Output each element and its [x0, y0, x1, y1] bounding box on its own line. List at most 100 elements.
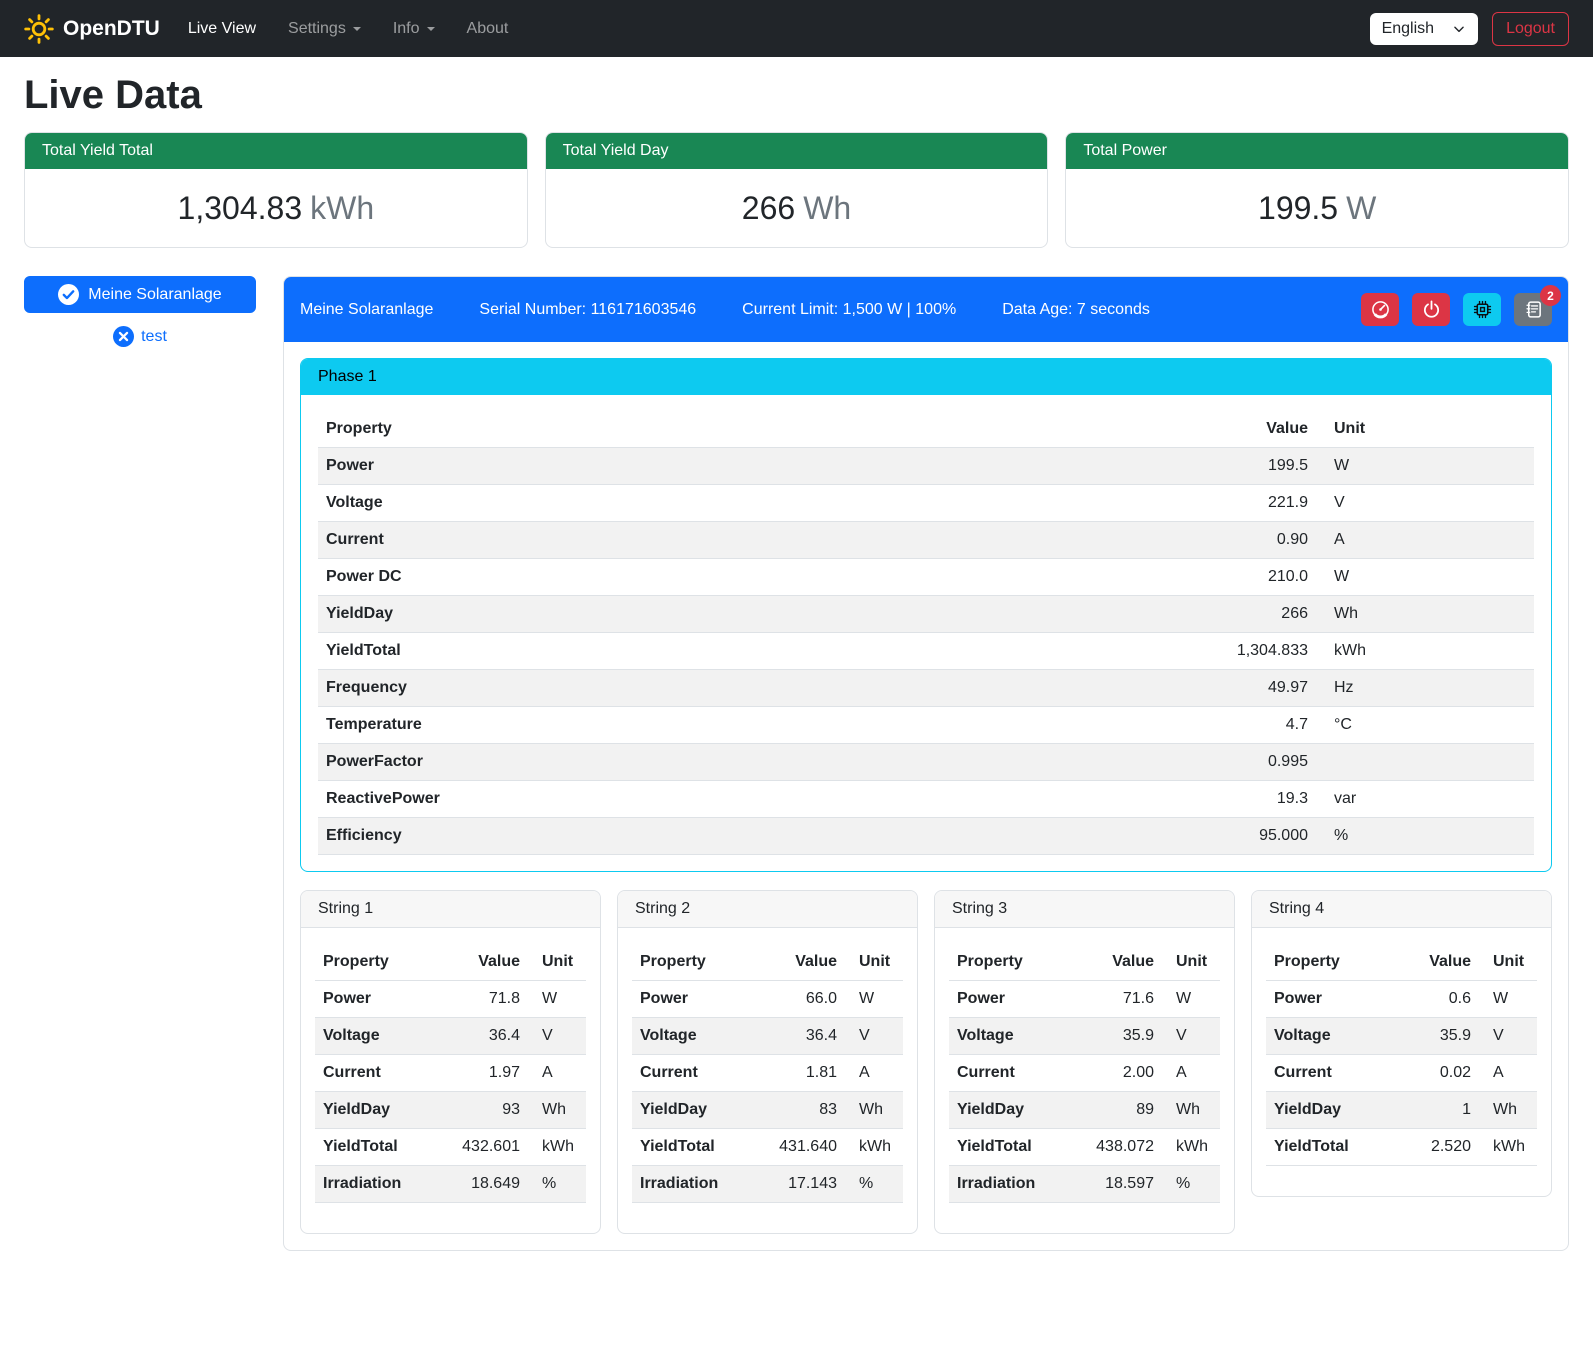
nav-item-settings[interactable]: Settings — [288, 20, 361, 38]
card-header: Total Power — [1066, 133, 1568, 169]
inverter-name: Meine Solaranlage — [300, 301, 433, 319]
string-card-header: String 3 — [935, 891, 1234, 928]
table-row: Frequency49.97Hz — [318, 670, 1534, 707]
column-header-value: Value — [436, 944, 528, 981]
chevron-down-icon — [1452, 22, 1466, 36]
power-toggle-button[interactable] — [1412, 293, 1450, 326]
value-cell: 4.7 — [1196, 707, 1316, 744]
phase-card: Phase 1 Property Value Unit Power199.5WV… — [300, 358, 1552, 872]
navbar-right: English Logout — [1370, 12, 1569, 46]
unit-cell: A — [528, 1055, 586, 1092]
navbar: OpenDTU Live View Settings Info About En… — [0, 0, 1593, 57]
card-value: 199.5W — [1066, 169, 1568, 247]
string-card-4: String 4 Property Value Unit — [1251, 890, 1552, 1197]
unit-cell: Wh — [1162, 1092, 1220, 1129]
main-content: Live Data Total Yield Total 1,304.83kWh … — [0, 73, 1593, 1281]
power-icon — [1422, 300, 1441, 319]
property-cell: Current — [1266, 1055, 1387, 1092]
unit-cell: A — [845, 1055, 903, 1092]
value-cell: 199.5 — [1196, 448, 1316, 485]
property-cell: Efficiency — [318, 818, 1196, 855]
property-cell: Current — [632, 1055, 753, 1092]
card-total-yield-total: Total Yield Total 1,304.83kWh — [24, 132, 528, 248]
system-select-button[interactable]: Meine Solaranlage — [24, 276, 256, 313]
property-cell: Voltage — [318, 485, 1196, 522]
value-cell: 71.6 — [1070, 981, 1162, 1018]
caret-down-icon — [353, 27, 361, 31]
value-cell: 36.4 — [436, 1018, 528, 1055]
unit-cell — [1316, 744, 1534, 781]
logout-button[interactable]: Logout — [1492, 12, 1569, 46]
device-info-button[interactable] — [1463, 293, 1501, 326]
unit-cell: % — [1316, 818, 1534, 855]
event-count-badge: 2 — [1540, 285, 1561, 306]
strings-row: String 1 Property Value Unit — [300, 890, 1552, 1234]
language-select[interactable]: English — [1370, 13, 1478, 45]
value-cell: 1 — [1387, 1092, 1479, 1129]
brand[interactable]: OpenDTU — [24, 14, 160, 44]
nav-item-about[interactable]: About — [467, 20, 509, 38]
value-cell: 0.6 — [1387, 981, 1479, 1018]
property-cell: YieldTotal — [315, 1129, 436, 1166]
unit-cell: kWh — [1316, 633, 1534, 670]
column-header-value: Value — [753, 944, 845, 981]
card-total-yield-day: Total Yield Day 266Wh — [545, 132, 1049, 248]
unit-cell: V — [1162, 1018, 1220, 1055]
table-header-row: Property Value Unit — [318, 411, 1534, 448]
table-row: Current1.97A — [315, 1055, 586, 1092]
property-cell: Voltage — [315, 1018, 436, 1055]
limit-settings-button[interactable] — [1361, 293, 1399, 326]
value-cell: 35.9 — [1387, 1018, 1479, 1055]
value-cell: 18.597 — [1070, 1166, 1162, 1203]
property-cell: Voltage — [632, 1018, 753, 1055]
value-cell: 35.9 — [1070, 1018, 1162, 1055]
unit-cell: var — [1316, 781, 1534, 818]
table-row: Current0.90A — [318, 522, 1534, 559]
event-log-button[interactable]: 2 — [1514, 293, 1552, 326]
column-header-value: Value — [1070, 944, 1162, 981]
inverter-card: Meine Solaranlage Serial Number: 1161716… — [283, 276, 1569, 1251]
table-row: YieldDay83Wh — [632, 1092, 903, 1129]
table-header-row: Property Value Unit — [949, 944, 1220, 981]
unit-cell: V — [1316, 485, 1534, 522]
table-header-row: Property Value Unit — [632, 944, 903, 981]
nav-item-live-view[interactable]: Live View — [188, 20, 256, 38]
table-row: Power DC210.0W — [318, 559, 1534, 596]
unit-cell: kWh — [845, 1129, 903, 1166]
table-row: YieldTotal2.520kWh — [1266, 1129, 1537, 1166]
inverter-actions: 2 — [1361, 293, 1552, 326]
x-circle-icon — [113, 326, 134, 347]
card-total-power: Total Power 199.5W — [1065, 132, 1569, 248]
inverter-sidebar: Meine Solaranlage test — [24, 276, 256, 347]
value-cell: 0.995 — [1196, 744, 1316, 781]
table-row: YieldDay266Wh — [318, 596, 1534, 633]
property-cell: Voltage — [949, 1018, 1070, 1055]
unit-cell: Wh — [845, 1092, 903, 1129]
sidebar-item-test[interactable]: test — [24, 326, 256, 347]
value-cell: 2.00 — [1070, 1055, 1162, 1092]
table-row: Irradiation18.649% — [315, 1166, 586, 1203]
value-cell: 19.3 — [1196, 781, 1316, 818]
column-header-property: Property — [1266, 944, 1387, 981]
sun-icon — [24, 14, 54, 44]
inverter-data-age: Data Age: 7 seconds — [1002, 301, 1150, 319]
nav-item-info[interactable]: Info — [393, 20, 435, 38]
speedometer-icon — [1371, 300, 1390, 319]
table-row: ReactivePower19.3var — [318, 781, 1534, 818]
column-header-unit: Unit — [1479, 944, 1537, 981]
unit-cell: W — [528, 981, 586, 1018]
property-cell: Power — [632, 981, 753, 1018]
value-cell: 17.143 — [753, 1166, 845, 1203]
table-row: YieldTotal1,304.833kWh — [318, 633, 1534, 670]
property-cell: YieldDay — [632, 1092, 753, 1129]
property-cell: YieldTotal — [1266, 1129, 1387, 1166]
table-row: Current0.02A — [1266, 1055, 1537, 1092]
unit-cell: W — [1479, 981, 1537, 1018]
table-row: YieldTotal431.640kWh — [632, 1129, 903, 1166]
string-card-header: String 2 — [618, 891, 917, 928]
column-header-unit: Unit — [1162, 944, 1220, 981]
property-cell: YieldDay — [949, 1092, 1070, 1129]
property-cell: PowerFactor — [318, 744, 1196, 781]
table-row: Power66.0W — [632, 981, 903, 1018]
table-row: Power71.6W — [949, 981, 1220, 1018]
